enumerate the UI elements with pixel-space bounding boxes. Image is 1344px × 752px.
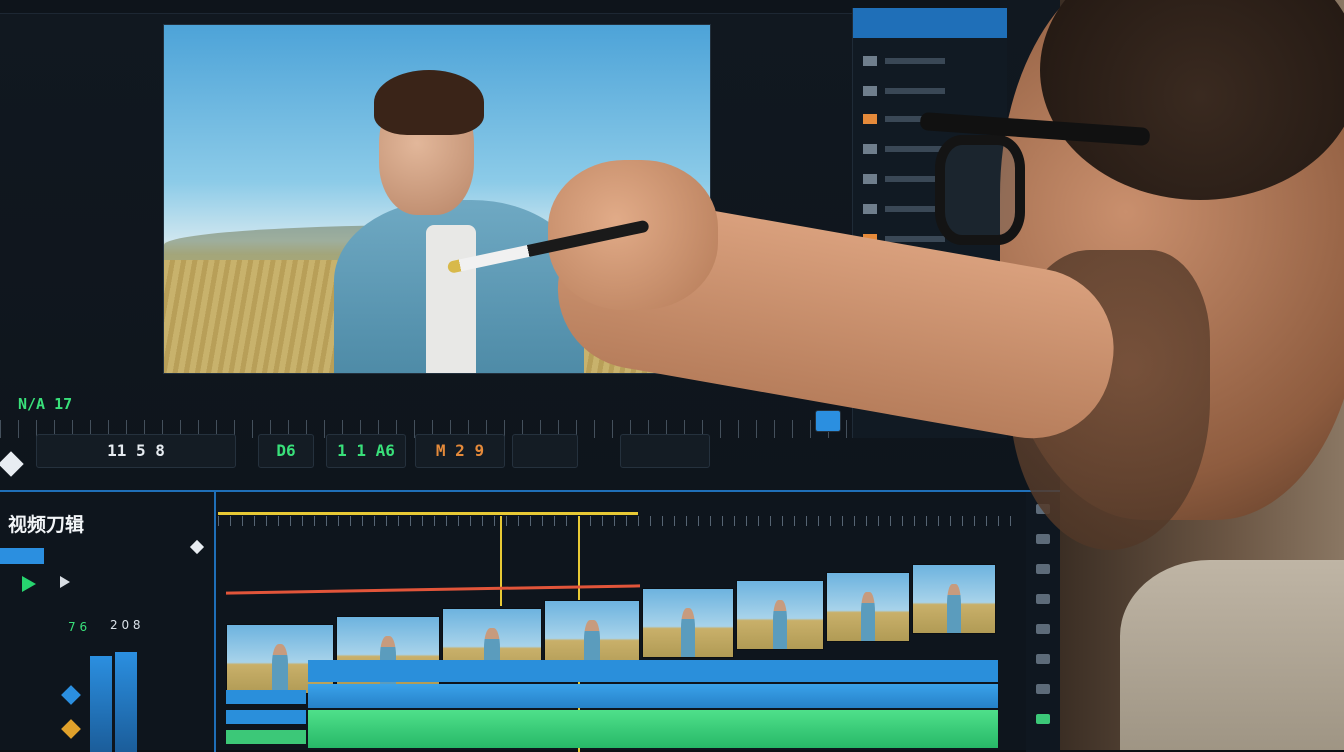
property-item[interactable] bbox=[863, 198, 983, 214]
property-icon bbox=[863, 55, 877, 66]
panel-title: 视频刀辑 bbox=[8, 514, 85, 536]
room-background bbox=[1060, 0, 1344, 750]
mode-chip[interactable] bbox=[0, 548, 44, 564]
tool-icon[interactable] bbox=[1036, 714, 1050, 724]
timeline-tools bbox=[1026, 492, 1060, 752]
timecode-field-5[interactable] bbox=[512, 434, 578, 468]
keyframe-blue-icon[interactable] bbox=[61, 685, 81, 705]
property-item[interactable] bbox=[863, 228, 983, 244]
tool-icon[interactable] bbox=[1036, 624, 1050, 634]
track-label[interactable] bbox=[226, 730, 306, 744]
clip-thumbnail[interactable] bbox=[736, 580, 824, 650]
property-icon bbox=[863, 173, 877, 184]
tool-icon[interactable] bbox=[1036, 684, 1050, 694]
timecode-field-1[interactable]: 11 5 8 bbox=[36, 434, 236, 468]
properties-panel bbox=[852, 8, 1007, 438]
preview-person-tee bbox=[426, 225, 476, 373]
audio-track-green[interactable] bbox=[308, 710, 998, 748]
clip-thumbnail[interactable] bbox=[826, 572, 910, 642]
tool-icon[interactable] bbox=[1036, 564, 1050, 574]
property-item[interactable] bbox=[863, 138, 983, 154]
level-meter-right[interactable] bbox=[115, 652, 137, 752]
timeline-ticks bbox=[218, 516, 1018, 526]
clip-thumbnail[interactable] bbox=[642, 588, 734, 658]
toggle-button[interactable] bbox=[815, 410, 841, 432]
tool-icon[interactable] bbox=[1036, 654, 1050, 664]
timecode-field-4[interactable]: M 2 9 bbox=[415, 434, 505, 468]
property-icon bbox=[863, 203, 877, 214]
property-item[interactable] bbox=[863, 50, 983, 66]
property-item[interactable] bbox=[863, 108, 983, 124]
level-meter-left[interactable] bbox=[90, 656, 112, 752]
man-shirt bbox=[1120, 560, 1344, 750]
timecode-field-3[interactable]: 1 1 A6 bbox=[326, 434, 406, 468]
preview-ruler: N/A 17 bbox=[0, 395, 850, 421]
editor-sidebar: 视频刀辑 7 6 2 0 8 bbox=[0, 492, 216, 752]
properties-header bbox=[853, 8, 1007, 38]
timeline[interactable] bbox=[218, 492, 1060, 752]
play-icon[interactable] bbox=[22, 576, 36, 592]
tool-icon[interactable] bbox=[1036, 504, 1050, 514]
editor-panel: 视频刀辑 7 6 2 0 8 bbox=[0, 490, 1060, 752]
man-hair bbox=[1040, 0, 1344, 200]
video-preview[interactable] bbox=[163, 24, 711, 374]
track-label[interactable] bbox=[226, 690, 306, 704]
clip-thumbnail[interactable] bbox=[912, 564, 996, 634]
audio-track-blue[interactable] bbox=[308, 684, 998, 708]
property-item[interactable] bbox=[863, 80, 983, 96]
keyframe-orange-icon[interactable] bbox=[61, 719, 81, 739]
tool-icon[interactable] bbox=[1036, 594, 1050, 604]
small-diamond-icon[interactable] bbox=[189, 539, 205, 555]
next-frame-icon[interactable] bbox=[60, 576, 70, 588]
property-icon bbox=[863, 143, 877, 154]
tool-icon[interactable] bbox=[1036, 534, 1050, 544]
keyframe-icon[interactable] bbox=[0, 451, 24, 477]
top-menu-bar bbox=[0, 0, 1000, 14]
timecode-field-2[interactable]: D6 bbox=[258, 434, 314, 468]
left-value-1: 7 6 bbox=[68, 620, 88, 634]
track-label[interactable] bbox=[226, 710, 306, 724]
monitor-screen: N/A 17 11 5 8 D6 1 1 A6 M 2 9 视频刀辑 7 6 2… bbox=[0, 0, 1080, 752]
property-icon bbox=[863, 113, 877, 124]
in-out-range bbox=[218, 512, 638, 515]
status-code: N/A 17 bbox=[18, 395, 73, 413]
marker-line[interactable] bbox=[500, 516, 502, 606]
preview-person-hair bbox=[374, 70, 484, 135]
timecode-field-6[interactable] bbox=[620, 434, 710, 468]
property-item[interactable] bbox=[863, 168, 983, 184]
property-icon bbox=[863, 233, 877, 244]
property-icon bbox=[863, 85, 877, 96]
audio-track-blue-upper[interactable] bbox=[308, 660, 998, 682]
left-value-2: 2 0 8 bbox=[110, 618, 141, 632]
